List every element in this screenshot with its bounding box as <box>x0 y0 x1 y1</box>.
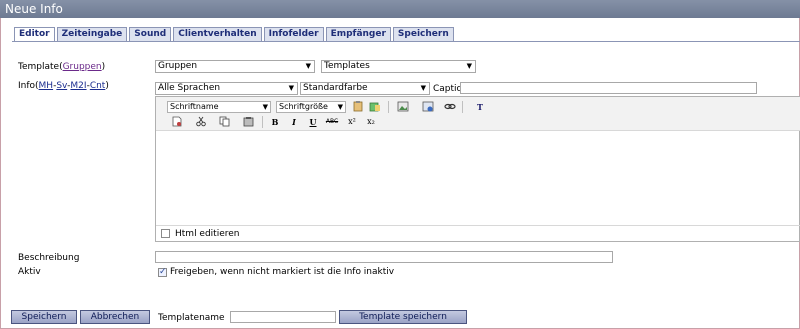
active-checkbox[interactable] <box>158 267 167 277</box>
italic-glyph: I <box>292 117 296 127</box>
html-edit-row: Html editieren <box>156 225 800 242</box>
toolbar-separator <box>462 101 463 113</box>
active-label: Aktiv <box>18 267 41 277</box>
template-label-prefix: Template( <box>18 62 63 72</box>
bold-button[interactable]: B <box>268 116 282 128</box>
gruppen-link[interactable]: Gruppen <box>63 62 102 72</box>
editor-content-area[interactable] <box>156 132 799 224</box>
styles-glyph: T <box>477 102 483 112</box>
template-name-label: Templatename <box>158 313 225 323</box>
info-label-suffix: ) <box>105 81 109 91</box>
font-size-value: Schriftgröße <box>279 102 328 111</box>
styles-icon[interactable]: T <box>473 101 487 113</box>
tab-infofelder[interactable]: Infofelder <box>263 27 324 42</box>
underline-glyph: U <box>309 117 317 127</box>
toolbar-separator <box>262 116 263 128</box>
description-input[interactable] <box>155 251 613 263</box>
color-select-value: Standardfarbe <box>303 83 368 93</box>
image-icon[interactable] <box>396 101 410 113</box>
template-select[interactable]: Templates ▼ <box>321 60 476 73</box>
paste-text-icon[interactable] <box>368 101 382 113</box>
chevron-down-icon: ▼ <box>420 84 426 92</box>
subscript-glyph: x₂ <box>367 117 375 126</box>
superscript-button[interactable]: x² <box>345 116 359 128</box>
chevron-down-icon: ▼ <box>262 103 268 111</box>
m2i-link[interactable]: M2I <box>70 81 86 91</box>
info-label-prefix: Info( <box>18 81 39 91</box>
chevron-down-icon: ▼ <box>337 103 343 111</box>
html-edit-label: Html editieren <box>175 229 240 239</box>
language-select[interactable]: Alle Sprachen ▼ <box>155 82 298 95</box>
template-name-input[interactable] <box>230 311 336 323</box>
chevron-down-icon: ▼ <box>466 62 472 70</box>
cut-icon[interactable] <box>194 116 208 128</box>
language-select-value: Alle Sprachen <box>158 83 221 93</box>
tab-editor[interactable]: Editor <box>14 27 55 42</box>
tab-speichern[interactable]: Speichern <box>392 27 454 42</box>
sv-link[interactable]: Sv <box>56 81 67 91</box>
chevron-down-icon: ▼ <box>288 84 294 92</box>
tab-clientverhalten[interactable]: Clientverhalten <box>173 27 262 42</box>
font-name-value: Schriftname <box>170 102 219 111</box>
save-template-button[interactable]: Template speichern <box>339 310 467 324</box>
template-label-suffix: ) <box>101 62 106 72</box>
strikethrough-button[interactable]: ABC <box>325 116 339 128</box>
html-edit-checkbox[interactable] <box>161 229 170 238</box>
template-select-value: Templates <box>324 61 370 71</box>
tab-zeiteingabe[interactable]: Zeiteingabe <box>56 27 128 42</box>
description-label: Beschreibung <box>18 253 80 263</box>
group-select-value: Gruppen <box>158 61 198 71</box>
subscript-button[interactable]: x₂ <box>364 116 378 128</box>
chevron-down-icon: ▼ <box>305 62 311 70</box>
paste-word-icon[interactable] <box>242 116 256 128</box>
strikethrough-glyph: ABC <box>325 118 339 125</box>
window-title: Neue Info <box>0 0 800 18</box>
link-icon[interactable] <box>443 101 457 113</box>
cnt-link[interactable]: Cnt <box>90 81 106 91</box>
tab-divider <box>12 41 800 42</box>
rich-text-editor: Schriftname ▼ Schriftgröße ▼ T B I U ABC x… <box>155 96 800 242</box>
new-document-icon[interactable] <box>170 116 184 128</box>
tab-bar: Editor Zeiteingabe Sound Clientverhalten… <box>14 27 456 42</box>
editor-toolbar: Schriftname ▼ Schriftgröße ▼ T B I U ABC x… <box>156 97 800 131</box>
mh-link[interactable]: MH <box>39 81 54 91</box>
cancel-button[interactable]: Abbrechen <box>80 310 150 324</box>
copy-icon[interactable] <box>218 116 232 128</box>
bold-glyph: B <box>271 117 279 127</box>
color-select[interactable]: Standardfarbe ▼ <box>300 82 430 95</box>
info-label: Info(MH-Sv-M2I-Cnt) <box>18 81 109 91</box>
template-label: Template(Gruppen) <box>18 62 105 72</box>
tab-sound[interactable]: Sound <box>129 27 172 42</box>
underline-button[interactable]: U <box>306 116 320 128</box>
paste-icon[interactable] <box>351 101 365 113</box>
group-select[interactable]: Gruppen ▼ <box>155 60 315 73</box>
toolbar-separator <box>388 101 389 113</box>
tab-empfaenger[interactable]: Empfänger <box>325 27 391 42</box>
caption-input[interactable] <box>460 82 757 94</box>
italic-button[interactable]: I <box>287 116 301 128</box>
insert-image-icon[interactable] <box>421 101 435 113</box>
superscript-glyph: x² <box>348 117 356 126</box>
active-checkbox-label: Freigeben, wenn nicht markiert ist die I… <box>170 267 395 277</box>
font-name-select[interactable]: Schriftname ▼ <box>167 101 271 113</box>
font-size-select[interactable]: Schriftgröße ▼ <box>276 101 346 113</box>
save-button[interactable]: Speichern <box>11 310 77 324</box>
